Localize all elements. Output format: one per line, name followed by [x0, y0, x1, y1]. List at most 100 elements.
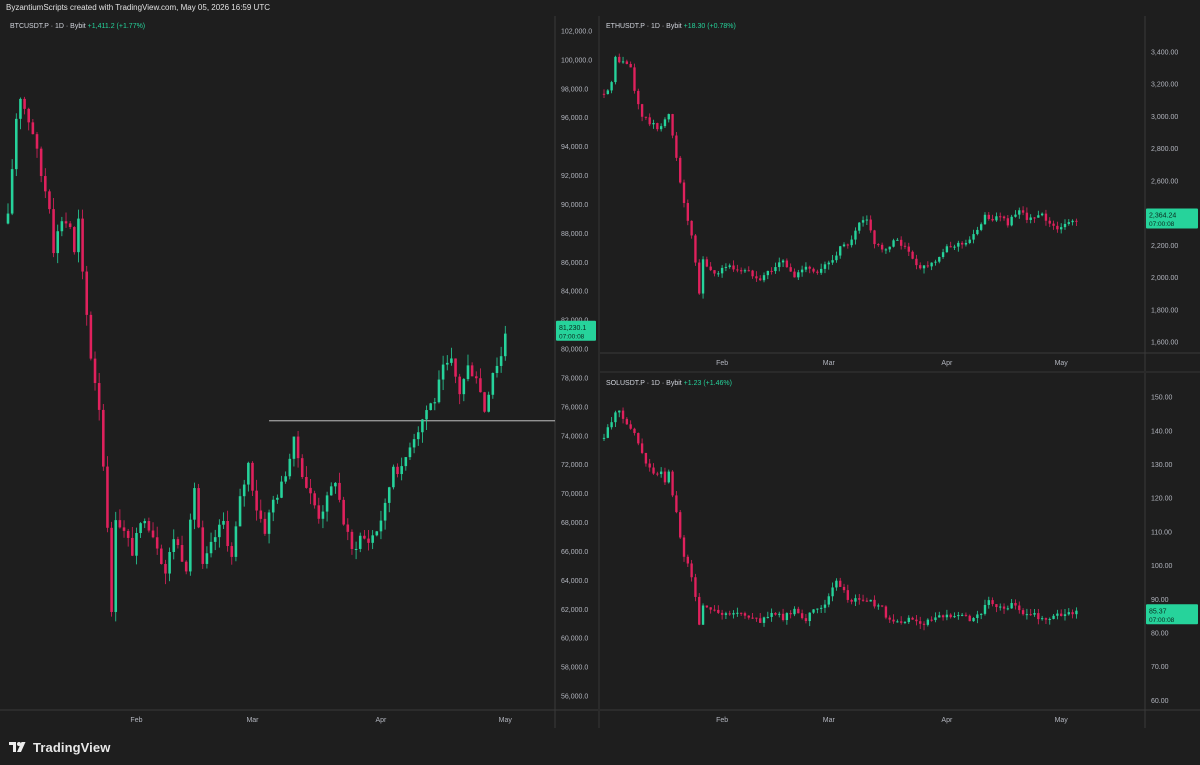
candle-body — [640, 443, 644, 453]
tradingview-wordmark: TradingView — [33, 739, 111, 755]
price-tick-label: 94,000.0 — [561, 144, 588, 151]
candle-body — [770, 270, 773, 272]
candle-body — [1056, 613, 1059, 616]
legend-change: +18.30 (+0.78%) — [684, 23, 736, 30]
candle-body — [827, 596, 830, 605]
candle-body — [759, 278, 762, 281]
candle-body — [433, 402, 437, 404]
candle-body — [785, 260, 789, 268]
sol-chart-panel[interactable]: 60.00 70.00 80.00 90.00 100.00 110.00 120.00 13… — [600, 373, 1200, 728]
candle-body — [321, 511, 325, 519]
candle-body — [709, 607, 712, 610]
candle-body — [903, 245, 907, 247]
candle-body — [846, 244, 850, 246]
symbol-legend: ETHUSDT.P · 1D · Bybit +18.30 (+0.78%) — [606, 23, 736, 30]
candle-body — [1033, 217, 1036, 219]
candle-body — [1071, 220, 1074, 223]
candle-body — [644, 116, 648, 118]
btc-chart[interactable]: 56,000.0 58,000.0 60,000.0 62,000.0 64,000.0… — [0, 16, 598, 728]
candle-body — [412, 439, 416, 448]
candle-body — [1029, 614, 1032, 616]
candle-body — [1014, 214, 1017, 217]
candle-body — [1052, 223, 1055, 226]
candle-body — [44, 176, 47, 192]
candle-body — [614, 412, 617, 423]
price-tick-label: 1,600.00 — [1151, 340, 1178, 347]
candle-body — [110, 527, 113, 612]
candle-body — [234, 526, 238, 557]
eth-chart[interactable]: 1,600.001,800.002,000.002,200.002,400.00… — [600, 16, 1200, 371]
candle-body — [637, 90, 640, 105]
candle-body — [804, 266, 808, 270]
candle-body — [698, 262, 701, 294]
eth-chart-panel[interactable]: 1,600.001,800.002,000.002,200.002,400.00… — [600, 16, 1200, 371]
candle-body — [690, 220, 693, 236]
candle-body — [892, 619, 895, 622]
candle-body — [1063, 223, 1067, 228]
candle-body — [371, 535, 374, 543]
candle-body — [999, 216, 1002, 218]
candle-body — [720, 267, 724, 274]
candle-body — [375, 531, 379, 536]
candle-body — [317, 505, 321, 519]
candle-body — [835, 255, 838, 261]
time-tick-label: Mar — [823, 717, 836, 724]
candle-body — [717, 273, 720, 275]
candle-body — [694, 577, 697, 597]
time-tick-label: May — [1055, 360, 1069, 367]
price-tick-label: 64,000.0 — [561, 578, 588, 585]
candle-body — [1006, 608, 1010, 610]
time-tick-label: Feb — [130, 717, 142, 724]
candle-body — [831, 587, 834, 597]
candle-body — [180, 545, 184, 562]
candle-body — [858, 222, 861, 231]
candle-body — [259, 510, 263, 519]
candle-body — [854, 230, 857, 240]
candle-body — [338, 482, 341, 500]
price-tick-label: 130.00 — [1151, 462, 1173, 469]
candle-body — [106, 466, 109, 528]
candle-body — [1056, 225, 1059, 230]
candle-body — [903, 622, 907, 624]
candle-body — [1071, 612, 1074, 615]
sol-chart[interactable]: 60.00 70.00 80.00 90.00 100.00 110.00 120.00 13… — [600, 373, 1200, 728]
candle-body — [869, 599, 872, 602]
candle-body — [907, 617, 910, 623]
last-price-value: 2,364.24 — [1149, 213, 1176, 220]
candle-body — [126, 530, 130, 538]
time-tick-label: Mar — [823, 360, 836, 367]
candle-body — [656, 123, 659, 130]
candle-body — [861, 220, 865, 223]
candle-body — [1002, 606, 1006, 609]
candle-body — [1044, 618, 1048, 620]
candle-body — [640, 104, 644, 117]
price-tick-label: 68,000.0 — [561, 520, 588, 527]
candle-body — [675, 495, 678, 513]
candle-body — [991, 600, 994, 605]
time-tick-label: May — [499, 717, 513, 724]
candle-body — [226, 520, 229, 547]
btc-chart-panel[interactable]: 56,000.0 58,000.0 60,000.0 62,000.0 64,000.0… — [0, 16, 598, 728]
bar-countdown: 07:00:08 — [559, 333, 585, 340]
candle-body — [957, 615, 960, 617]
candle-body — [983, 604, 987, 614]
candle-body — [720, 612, 724, 615]
candle-body — [728, 613, 731, 615]
candle-body — [694, 235, 697, 263]
candle-body — [1044, 213, 1048, 221]
candle-body — [1010, 216, 1013, 226]
candle-body — [667, 471, 670, 483]
candle-body — [926, 265, 930, 267]
candle-body — [945, 246, 949, 253]
candle-body — [778, 613, 781, 615]
candle-body — [663, 471, 667, 483]
candle-body — [218, 524, 221, 538]
price-tick-label: 3,000.00 — [1151, 114, 1178, 121]
candle-body — [1037, 215, 1040, 218]
candle-body — [991, 218, 994, 221]
candle-body — [404, 457, 408, 467]
candle-body — [659, 471, 663, 475]
candle-body — [625, 418, 629, 425]
candle-body — [781, 260, 785, 263]
candle-body — [437, 379, 441, 403]
